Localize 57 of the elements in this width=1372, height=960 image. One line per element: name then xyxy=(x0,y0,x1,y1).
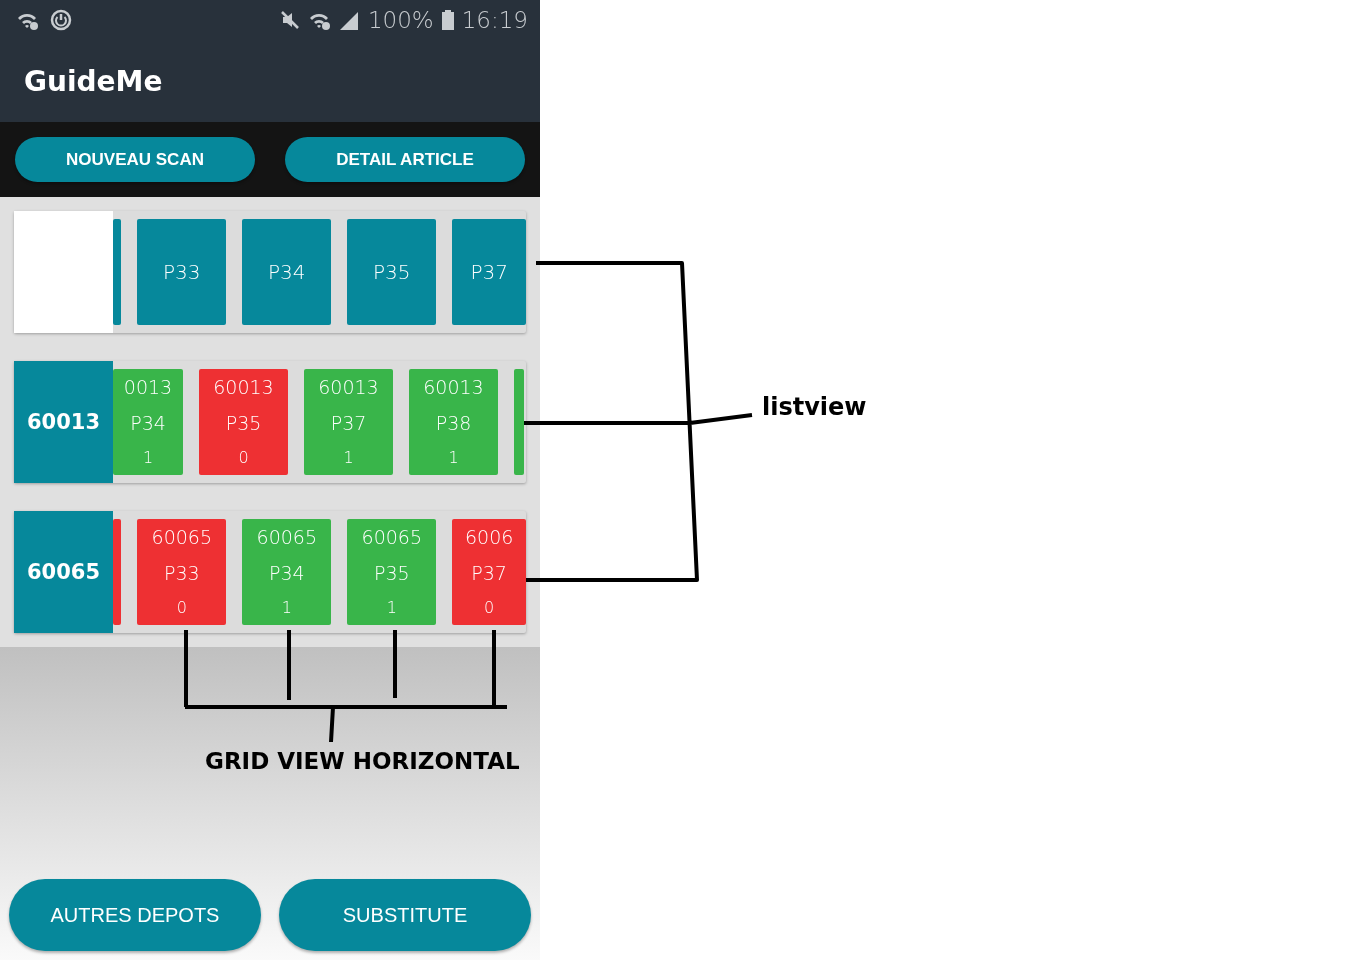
grid-tile[interactable]: 60065 P34 1 xyxy=(242,519,332,625)
tile-text: P35 xyxy=(373,262,411,282)
grid-tile[interactable] xyxy=(113,219,122,325)
tile-text: 1 xyxy=(448,450,459,467)
tile-text: 1 xyxy=(142,450,154,467)
tile-text: 0 xyxy=(176,600,187,617)
battery-percent: 100% xyxy=(367,7,434,33)
action-button[interactable]: NOUVEAU SCAN xyxy=(15,137,255,182)
grid-tile[interactable] xyxy=(514,369,524,475)
grid-tile[interactable]: 60013 P38 1 xyxy=(409,369,498,475)
grid-tile[interactable]: 60065 P33 0 xyxy=(137,519,227,625)
tile-text: P38 xyxy=(435,414,472,433)
app-title: GuideMe xyxy=(24,64,163,98)
action-button[interactable]: SUBSTITUTE xyxy=(279,879,531,951)
tile-text: P33 xyxy=(163,564,200,583)
tile-text: 6006 xyxy=(464,527,514,547)
annotation-label: GRID VIEW HORIZONTAL xyxy=(205,748,520,774)
grid-tile[interactable]: 60013 P35 0 xyxy=(199,369,288,475)
clock-time: 16:19 xyxy=(461,7,528,33)
tile-text: 60013 xyxy=(213,377,274,397)
tile-text: P35 xyxy=(225,414,262,433)
tile-text: P37 xyxy=(470,262,508,282)
grid-tile[interactable]: P37 xyxy=(452,219,526,325)
tile-text: 0013 xyxy=(123,377,173,397)
action-button[interactable]: AUTRES DEPOTS xyxy=(9,879,261,951)
grid-tile[interactable]: P35 xyxy=(347,219,437,325)
tile-text: P37 xyxy=(330,414,367,433)
tile-text: 60065 xyxy=(361,527,422,547)
tile-text: 0 xyxy=(484,600,495,617)
grid-tile[interactable]: 60013 P37 1 xyxy=(304,369,393,475)
grid-tile[interactable]: 6006 P37 0 xyxy=(452,519,526,625)
tile-text: 1 xyxy=(386,600,397,617)
tile-text: P34 xyxy=(268,262,306,282)
tile-text: 60065 xyxy=(256,527,317,547)
power-icon xyxy=(50,9,72,31)
mute-icon xyxy=(279,10,300,30)
grid-tile[interactable]: P34 xyxy=(242,219,332,325)
tile-text: P34 xyxy=(268,564,305,583)
grid-tile[interactable]: 60065 P35 1 xyxy=(347,519,437,625)
grid-tile[interactable] xyxy=(113,519,122,625)
grid-tile[interactable]: 0013 P34 1 xyxy=(113,369,183,475)
annotation-label: listview xyxy=(762,393,867,421)
battery-icon xyxy=(441,10,454,30)
tile-text: 1 xyxy=(343,450,354,467)
tile-text: P33 xyxy=(163,262,201,282)
tile-text: P37 xyxy=(471,564,507,583)
tile-text: 0 xyxy=(238,450,249,467)
tile-text: 1 xyxy=(281,600,292,617)
header-cell: 60013 xyxy=(14,361,113,483)
grid-tile[interactable]: P33 xyxy=(137,219,227,325)
tile-text: P35 xyxy=(373,564,410,583)
tile-text: 60013 xyxy=(318,377,379,397)
action-button[interactable]: DETAIL ARTICLE xyxy=(285,137,525,182)
header-cell: 60065 xyxy=(14,511,113,633)
tile-text: 60065 xyxy=(151,527,212,547)
tile-text: P34 xyxy=(130,414,166,433)
tile-text: 60013 xyxy=(423,377,484,397)
